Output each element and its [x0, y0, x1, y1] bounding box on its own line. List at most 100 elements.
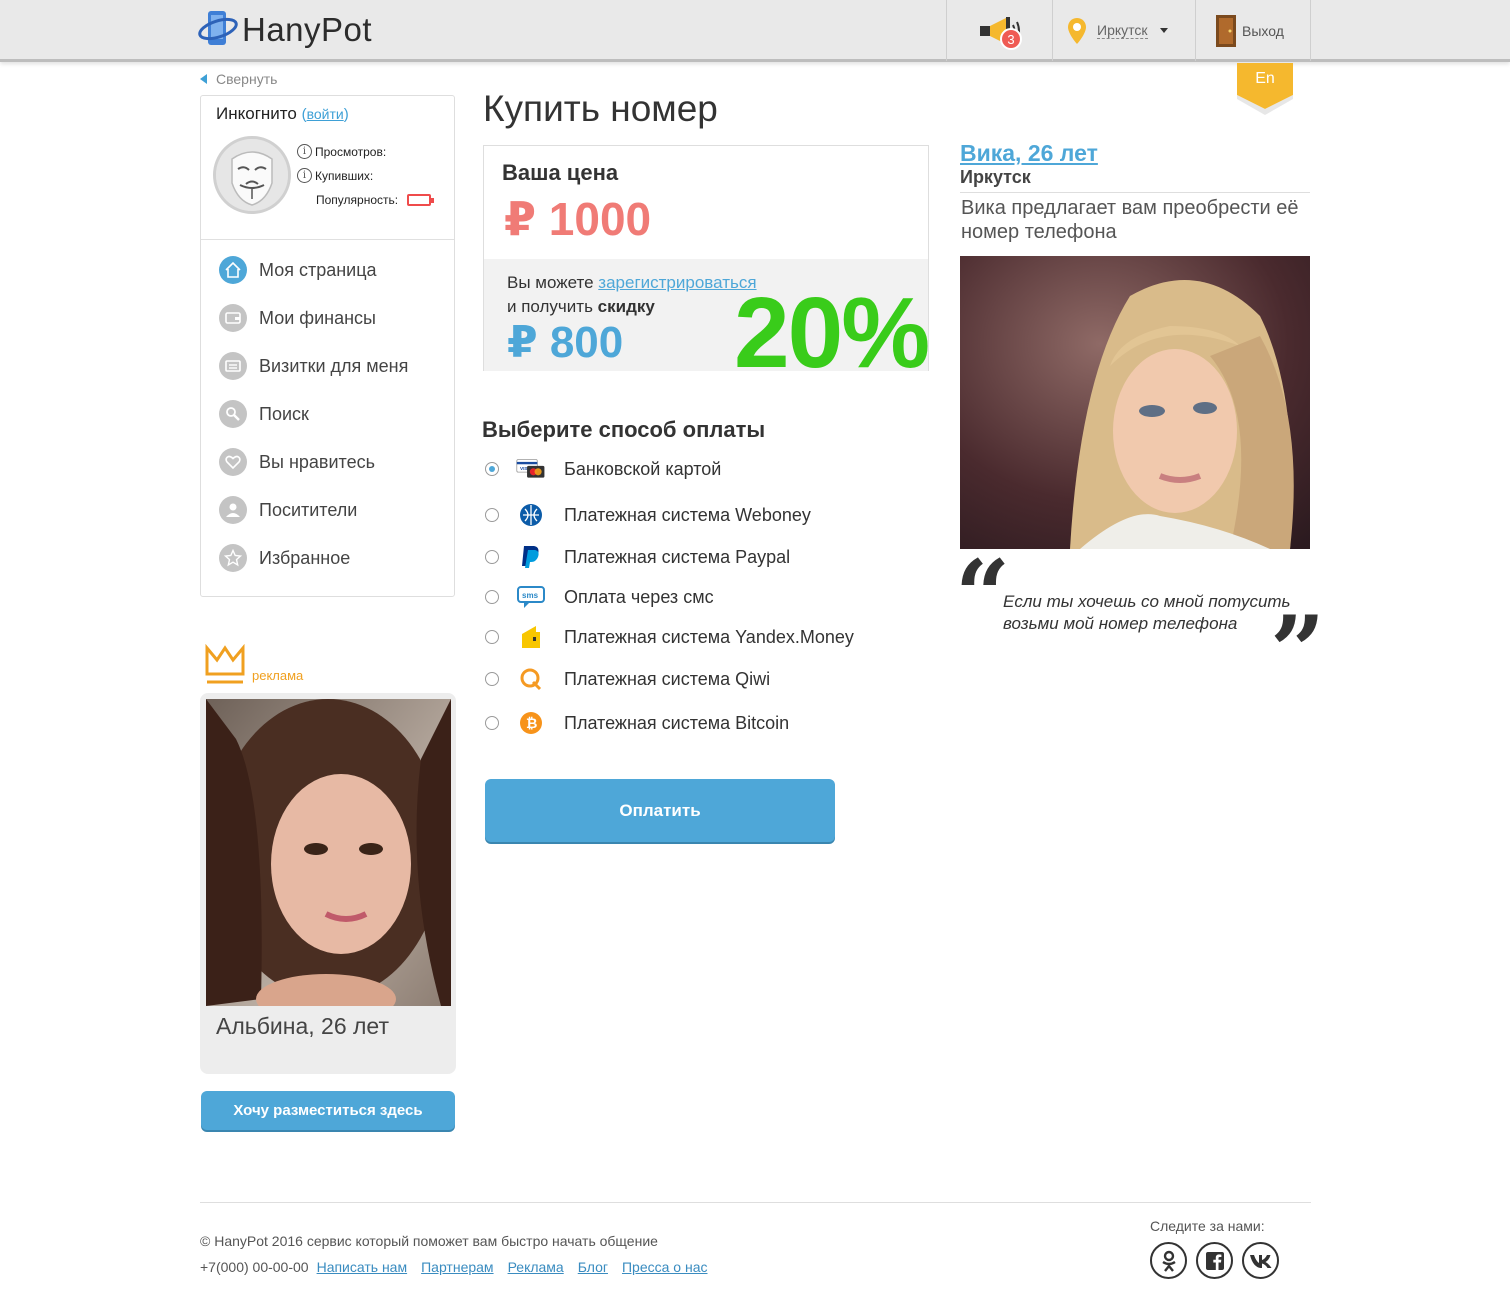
bitcoin-icon: ₿	[516, 710, 546, 736]
wallet-icon	[219, 304, 247, 332]
payment-option-card[interactable]: VISA Банковской картой	[485, 456, 721, 482]
login-link[interactable]: войти	[307, 106, 344, 122]
user-icon	[219, 496, 247, 524]
radio[interactable]	[485, 550, 499, 564]
discount-text-line1: Вы можете зарегистрироваться	[507, 273, 757, 293]
payment-label: Платежная система Yandex.Money	[564, 626, 854, 647]
chevron-down-icon	[1159, 28, 1168, 33]
sidebar-item-label: Поситители	[259, 499, 358, 520]
footer-link-press[interactable]: Пресса о нас	[622, 1259, 708, 1275]
sms-icon: sms	[516, 584, 546, 610]
discount-panel: Вы можете зарегистрироваться и получить …	[484, 259, 928, 371]
sidebar-item-label: Вы нравитесь	[259, 451, 375, 472]
payment-option-yandex[interactable]: Платежная система Yandex.Money	[485, 624, 854, 650]
discount-bold: скидку	[597, 297, 655, 316]
divider	[960, 192, 1310, 193]
sidebar-item-label: Моя страница	[259, 259, 377, 280]
price-value: ₽ 1000	[504, 193, 652, 245]
radio[interactable]	[485, 672, 499, 686]
payment-option-webmoney[interactable]: Платежная система Weboney	[485, 502, 811, 528]
chevron-left-icon	[200, 74, 207, 84]
sidebar-item-likes[interactable]: Вы нравитесь	[219, 448, 375, 476]
pay-button[interactable]: Оплатить	[485, 779, 835, 842]
radio[interactable]	[485, 590, 499, 604]
ad-name: Альбина, 26 лет	[216, 1013, 389, 1039]
payment-option-bitcoin[interactable]: ₿ Платежная система Bitcoin	[485, 710, 789, 736]
payment-option-sms[interactable]: sms Оплата через смс	[485, 584, 714, 610]
profile-name: Инкогнито (войти)	[216, 104, 349, 124]
views-label: Просмотров:	[315, 144, 387, 159]
payment-option-paypal[interactable]: Платежная система Paypal	[485, 544, 790, 570]
sidebar-item-visitors[interactable]: Поситители	[219, 496, 357, 524]
footer-link-ads[interactable]: Реклама	[508, 1259, 564, 1275]
buyers-stat: i Купивших:	[297, 168, 373, 183]
popularity-stat: Популярность:	[316, 193, 435, 207]
discount-text-line2: и получить скидку	[507, 297, 655, 317]
webmoney-icon	[516, 502, 546, 528]
payment-label: Платежная система Paypal	[564, 546, 791, 567]
discount-text: и получить	[507, 297, 593, 316]
location-pin-icon	[1068, 17, 1086, 44]
sidebar-item-cards[interactable]: Визитки для меня	[219, 352, 408, 380]
footer-phone: +7(000) 00-00-00	[200, 1259, 309, 1275]
sidebar-item-label: Визитки для меня	[259, 355, 409, 376]
sidebar-item-label: Поиск	[259, 403, 309, 424]
profile-photo	[960, 256, 1310, 549]
footer-link-contact[interactable]: Написать нам	[317, 1259, 408, 1275]
footer-link-blog[interactable]: Блог	[578, 1259, 608, 1275]
payment-label: Платежная система Weboney	[564, 504, 811, 525]
home-icon	[219, 256, 247, 284]
language-label[interactable]: En	[1237, 70, 1293, 88]
copyright: © HanyPot 2016 сервис который поможет ва…	[200, 1233, 658, 1249]
radio[interactable]	[485, 630, 499, 644]
sidebar-item-search[interactable]: Поиск	[219, 400, 309, 428]
top-header: HanyPot 3 Иркутск Выход	[0, 0, 1510, 62]
popularity-label: Популярность:	[316, 193, 399, 207]
sidebar-item-my-page[interactable]: Моя страница	[219, 256, 377, 284]
exit-button[interactable]: Выход	[1195, 0, 1311, 61]
radio[interactable]	[485, 716, 499, 730]
sidebar-item-favorites[interactable]: Избранное	[219, 544, 350, 572]
price-box: Ваша цена ₽ 1000 Вы можете зарегистриров…	[483, 145, 929, 371]
battery-low-icon	[407, 194, 435, 206]
discount-percent: 20%	[734, 277, 928, 371]
quote-open-icon: “	[955, 539, 1011, 652]
info-icon: i	[297, 144, 312, 159]
door-icon	[1216, 14, 1236, 47]
footer-divider	[200, 1202, 1311, 1203]
notifications-badge: 3	[1000, 28, 1022, 50]
ad-label: реклама	[252, 668, 304, 683]
odnoklassniki-icon[interactable]	[1150, 1242, 1187, 1279]
logo[interactable]: HanyPot	[198, 6, 372, 54]
city-text: Иркутск	[1097, 22, 1148, 39]
payment-label: Платежная система Qiwi	[564, 668, 771, 689]
facebook-icon[interactable]	[1196, 1242, 1233, 1279]
radio[interactable]	[485, 508, 499, 522]
your-price-label: Ваша цена	[502, 160, 619, 185]
svg-text:sms: sms	[522, 591, 539, 600]
radio-selected[interactable]	[485, 462, 499, 476]
vk-icon[interactable]	[1242, 1242, 1279, 1279]
profile-name-text: Инкогнито	[216, 104, 297, 123]
profile-city: Иркутск	[960, 167, 1031, 187]
ad-card[interactable]: Альбина, 26 лет	[200, 693, 456, 1074]
city-selector[interactable]: Иркутск	[1052, 0, 1195, 61]
views-stat: i Просмотров:	[297, 144, 386, 159]
quote-close-icon: ”	[1270, 595, 1326, 708]
register-link[interactable]: зарегистрироваться	[598, 273, 756, 292]
sidebar-item-label: Избранное	[259, 547, 351, 568]
visa-mastercard-icon: VISA	[516, 456, 546, 482]
notifications-button[interactable]	[946, 0, 1052, 61]
profile-panel: Инкогнито (войти) i Просмотров: i Купивш…	[200, 95, 455, 597]
star-icon	[219, 544, 247, 572]
collapse-sidebar-button[interactable]: Свернуть	[200, 71, 277, 87]
collapse-label: Свернуть	[216, 71, 278, 87]
payment-option-qiwi[interactable]: Платежная система Qiwi	[485, 666, 770, 692]
discount-price: ₽ 800	[507, 318, 624, 367]
footer-link-partners[interactable]: Партнерам	[421, 1259, 493, 1275]
search-icon	[219, 400, 247, 428]
place-ad-button[interactable]: Хочу разместиться здесь	[201, 1091, 455, 1130]
crown-icon	[205, 644, 245, 684]
sidebar-item-finances[interactable]: Мои финансы	[219, 304, 376, 332]
profile-name-link[interactable]: Вика, 26 лет	[960, 140, 1098, 167]
